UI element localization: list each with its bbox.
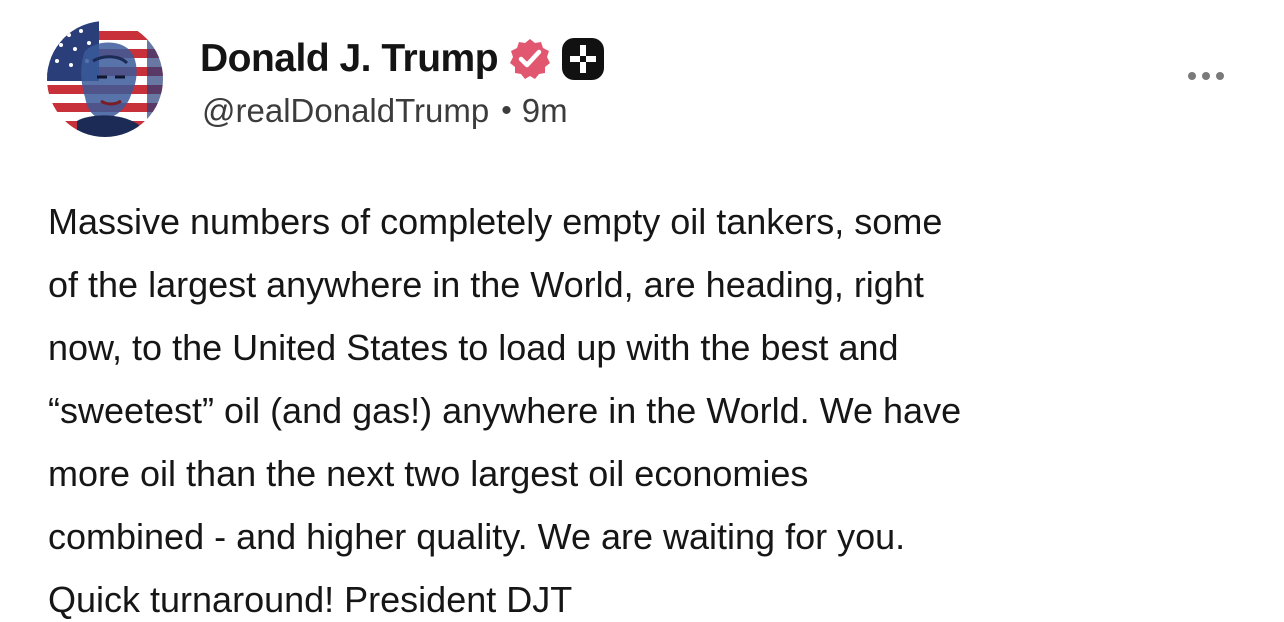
post-body-line: more oil than the next two largest oil e… (48, 453, 809, 494)
verified-badge-icon (508, 37, 552, 81)
meta-separator: • (501, 94, 512, 127)
post-body-line: “sweetest” oil (and gas!) anywhere in th… (48, 390, 962, 431)
author-handle[interactable]: @realDonaldTrump (202, 92, 489, 130)
post-card: Donald J. Trump @realDonaldTrump • 9m Ma… (0, 0, 1284, 622)
post-timestamp[interactable]: 9m (522, 92, 568, 130)
post-body-line: of the largest anywhere in the World, ar… (48, 264, 924, 305)
author-display-name[interactable]: Donald J. Trump (200, 37, 499, 81)
author-name-row: Donald J. Trump (200, 34, 606, 84)
more-options-icon[interactable] (1186, 68, 1226, 84)
post-body-line: Massive numbers of completely empty oil … (48, 201, 943, 242)
post-body: Massive numbers of completely empty oil … (48, 190, 1248, 622)
post-body-line: combined - and higher quality. We are wa… (48, 516, 906, 557)
plus-badge-icon (560, 36, 606, 82)
author-meta-row: @realDonaldTrump • 9m (202, 92, 568, 130)
post-body-line: now, to the United States to load up wit… (48, 327, 899, 368)
avatar-image (47, 21, 163, 137)
post-body-line: Quick turnaround! President DJT (48, 579, 573, 620)
avatar[interactable] (47, 21, 163, 137)
